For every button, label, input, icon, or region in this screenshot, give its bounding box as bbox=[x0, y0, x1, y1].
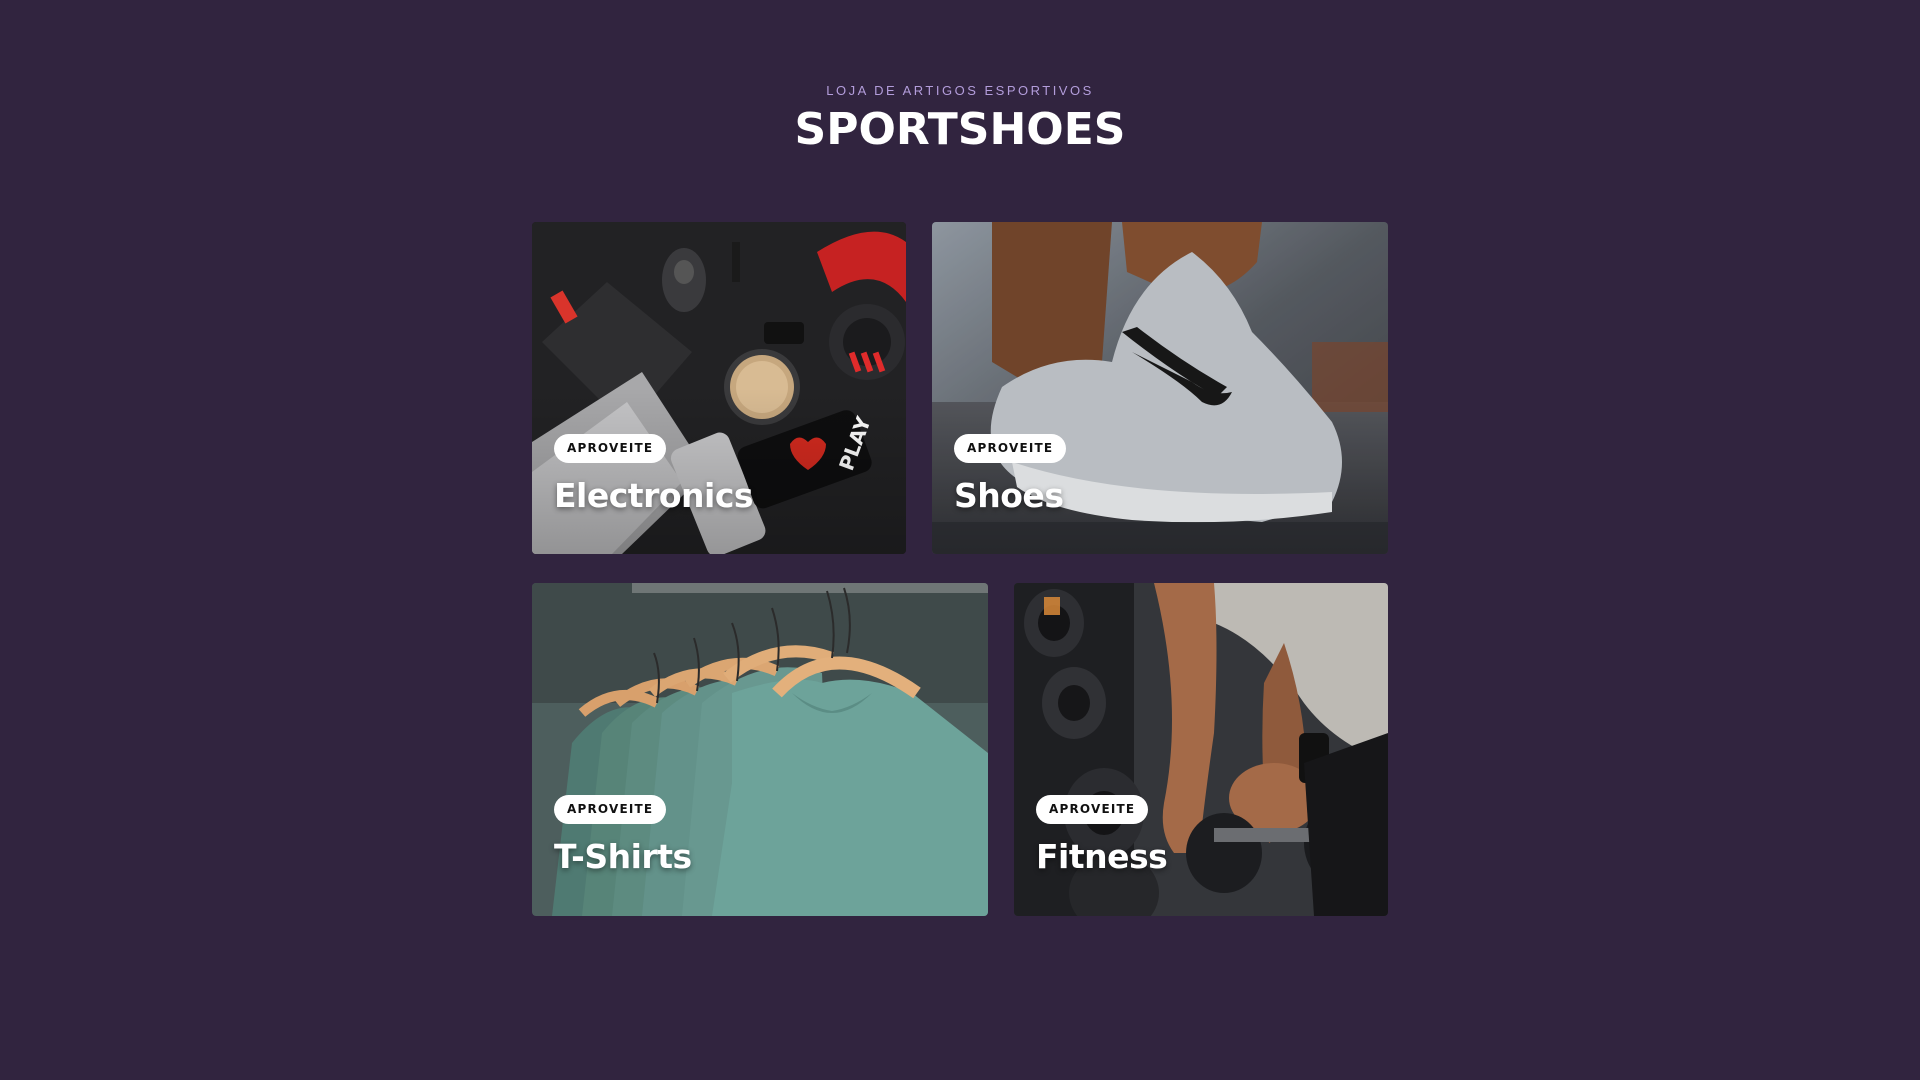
category-card-fitness[interactable]: APROVEITE Fitness bbox=[1014, 583, 1388, 916]
card-badge[interactable]: APROVEITE bbox=[554, 434, 667, 463]
category-card-tshirts[interactable]: APROVEITE T-Shirts bbox=[532, 583, 988, 916]
card-badge[interactable]: APROVEITE bbox=[554, 795, 667, 824]
card-category-label: T-Shirts bbox=[554, 837, 692, 876]
card-category-label: Fitness bbox=[1036, 837, 1168, 876]
card-category-label: Electronics bbox=[554, 476, 754, 515]
category-card-electronics[interactable]: PLAY APROVEITE Electronics bbox=[532, 222, 906, 554]
card-badge[interactable]: APROVEITE bbox=[1036, 795, 1149, 824]
card-category-label: Shoes bbox=[954, 476, 1064, 515]
card-badge[interactable]: APROVEITE bbox=[954, 434, 1067, 463]
category-card-shoes[interactable]: APROVEITE Shoes bbox=[932, 222, 1388, 554]
store-subtitle: LOJA DE ARTIGOS ESPORTIVOS bbox=[826, 83, 1094, 98]
store-title: SPORTSHOES bbox=[794, 104, 1126, 155]
